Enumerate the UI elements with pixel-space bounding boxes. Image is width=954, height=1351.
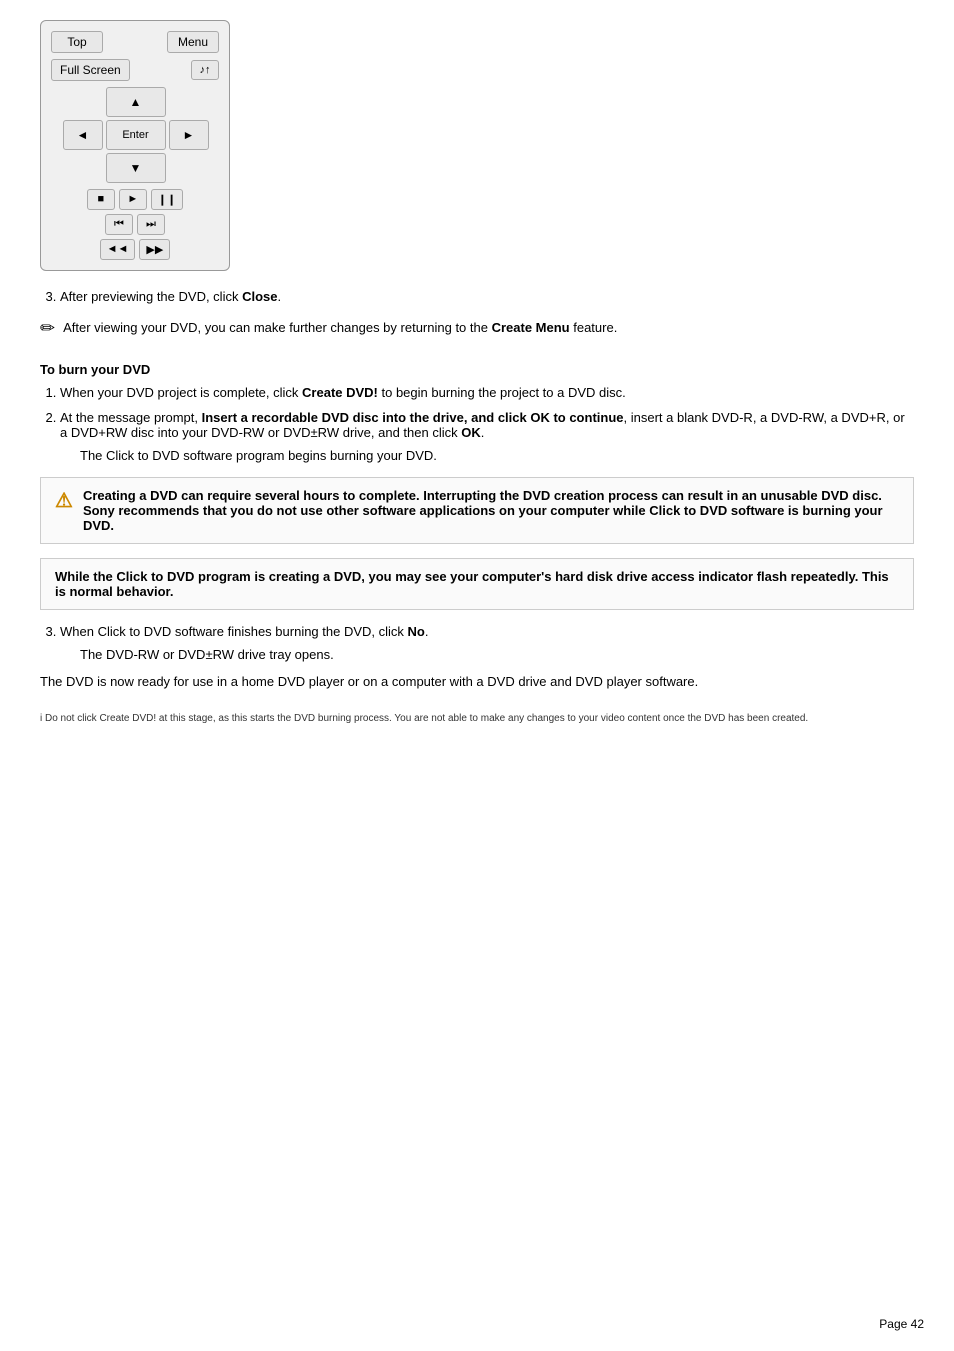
warning-icon: ⚠ — [55, 488, 73, 513]
step-3-after-preview: After previewing the DVD, click Close. — [60, 289, 914, 304]
page-number: Page 42 — [879, 1317, 924, 1331]
nav-left-button[interactable]: ◄ — [63, 120, 103, 150]
pencil-icon: ✏ — [40, 318, 55, 339]
fastforward-button[interactable]: ▶▶ — [139, 239, 170, 260]
nav-right-button[interactable]: ► — [169, 120, 209, 150]
burn-dvd-section-title: To burn your DVD — [40, 362, 914, 377]
stop-button[interactable]: ■ — [87, 189, 115, 210]
burning-starts-note: The Click to DVD software program begins… — [80, 448, 914, 463]
rewind-button[interactable]: ◄◄ — [100, 239, 136, 260]
burn-steps-list: When your DVD project is complete, click… — [60, 385, 914, 463]
pause-button[interactable]: ❙❙ — [151, 189, 183, 210]
footer-note: i Do not click Create DVD! at this stage… — [40, 711, 914, 726]
next-button[interactable]: ⏭ — [137, 214, 165, 235]
nav-down-button[interactable]: ▼ — [106, 153, 166, 183]
prev-button[interactable]: ⏮ — [105, 214, 133, 235]
info-text: While the Click to DVD program is creati… — [55, 569, 889, 599]
burn-step-2: At the message prompt, Insert a recordab… — [60, 410, 914, 463]
create-menu-note: ✏ After viewing your DVD, you can make f… — [40, 318, 914, 346]
nav-pad: ▲ ◄ Enter ► ▼ — [63, 87, 208, 183]
warning-block: ⚠ Creating a DVD can require several hou… — [40, 477, 914, 544]
warning-text: Creating a DVD can require several hours… — [83, 488, 899, 533]
play-button[interactable]: ► — [119, 189, 147, 210]
burn-step-3: When Click to DVD software finishes burn… — [60, 624, 914, 662]
dvd-remote-widget: Top Menu Full Screen ♪↑ ▲ ◄ Enter ► ▼ ■ … — [40, 20, 230, 271]
nav-up-button[interactable]: ▲ — [106, 87, 166, 117]
top-button[interactable]: Top — [51, 31, 103, 53]
subtitle-button[interactable]: ♪↑ — [191, 60, 219, 80]
drive-tray-note: The DVD-RW or DVD±RW drive tray opens. — [80, 647, 914, 662]
final-note: The DVD is now ready for use in a home D… — [40, 672, 914, 692]
burn-step-1: When your DVD project is complete, click… — [60, 385, 914, 400]
info-block: While the Click to DVD program is creati… — [40, 558, 914, 610]
playback-controls: ■ ► ❙❙ — [51, 189, 219, 210]
fullscreen-button[interactable]: Full Screen — [51, 59, 130, 81]
menu-button[interactable]: Menu — [167, 31, 219, 53]
nav-enter-button[interactable]: Enter — [106, 120, 166, 150]
